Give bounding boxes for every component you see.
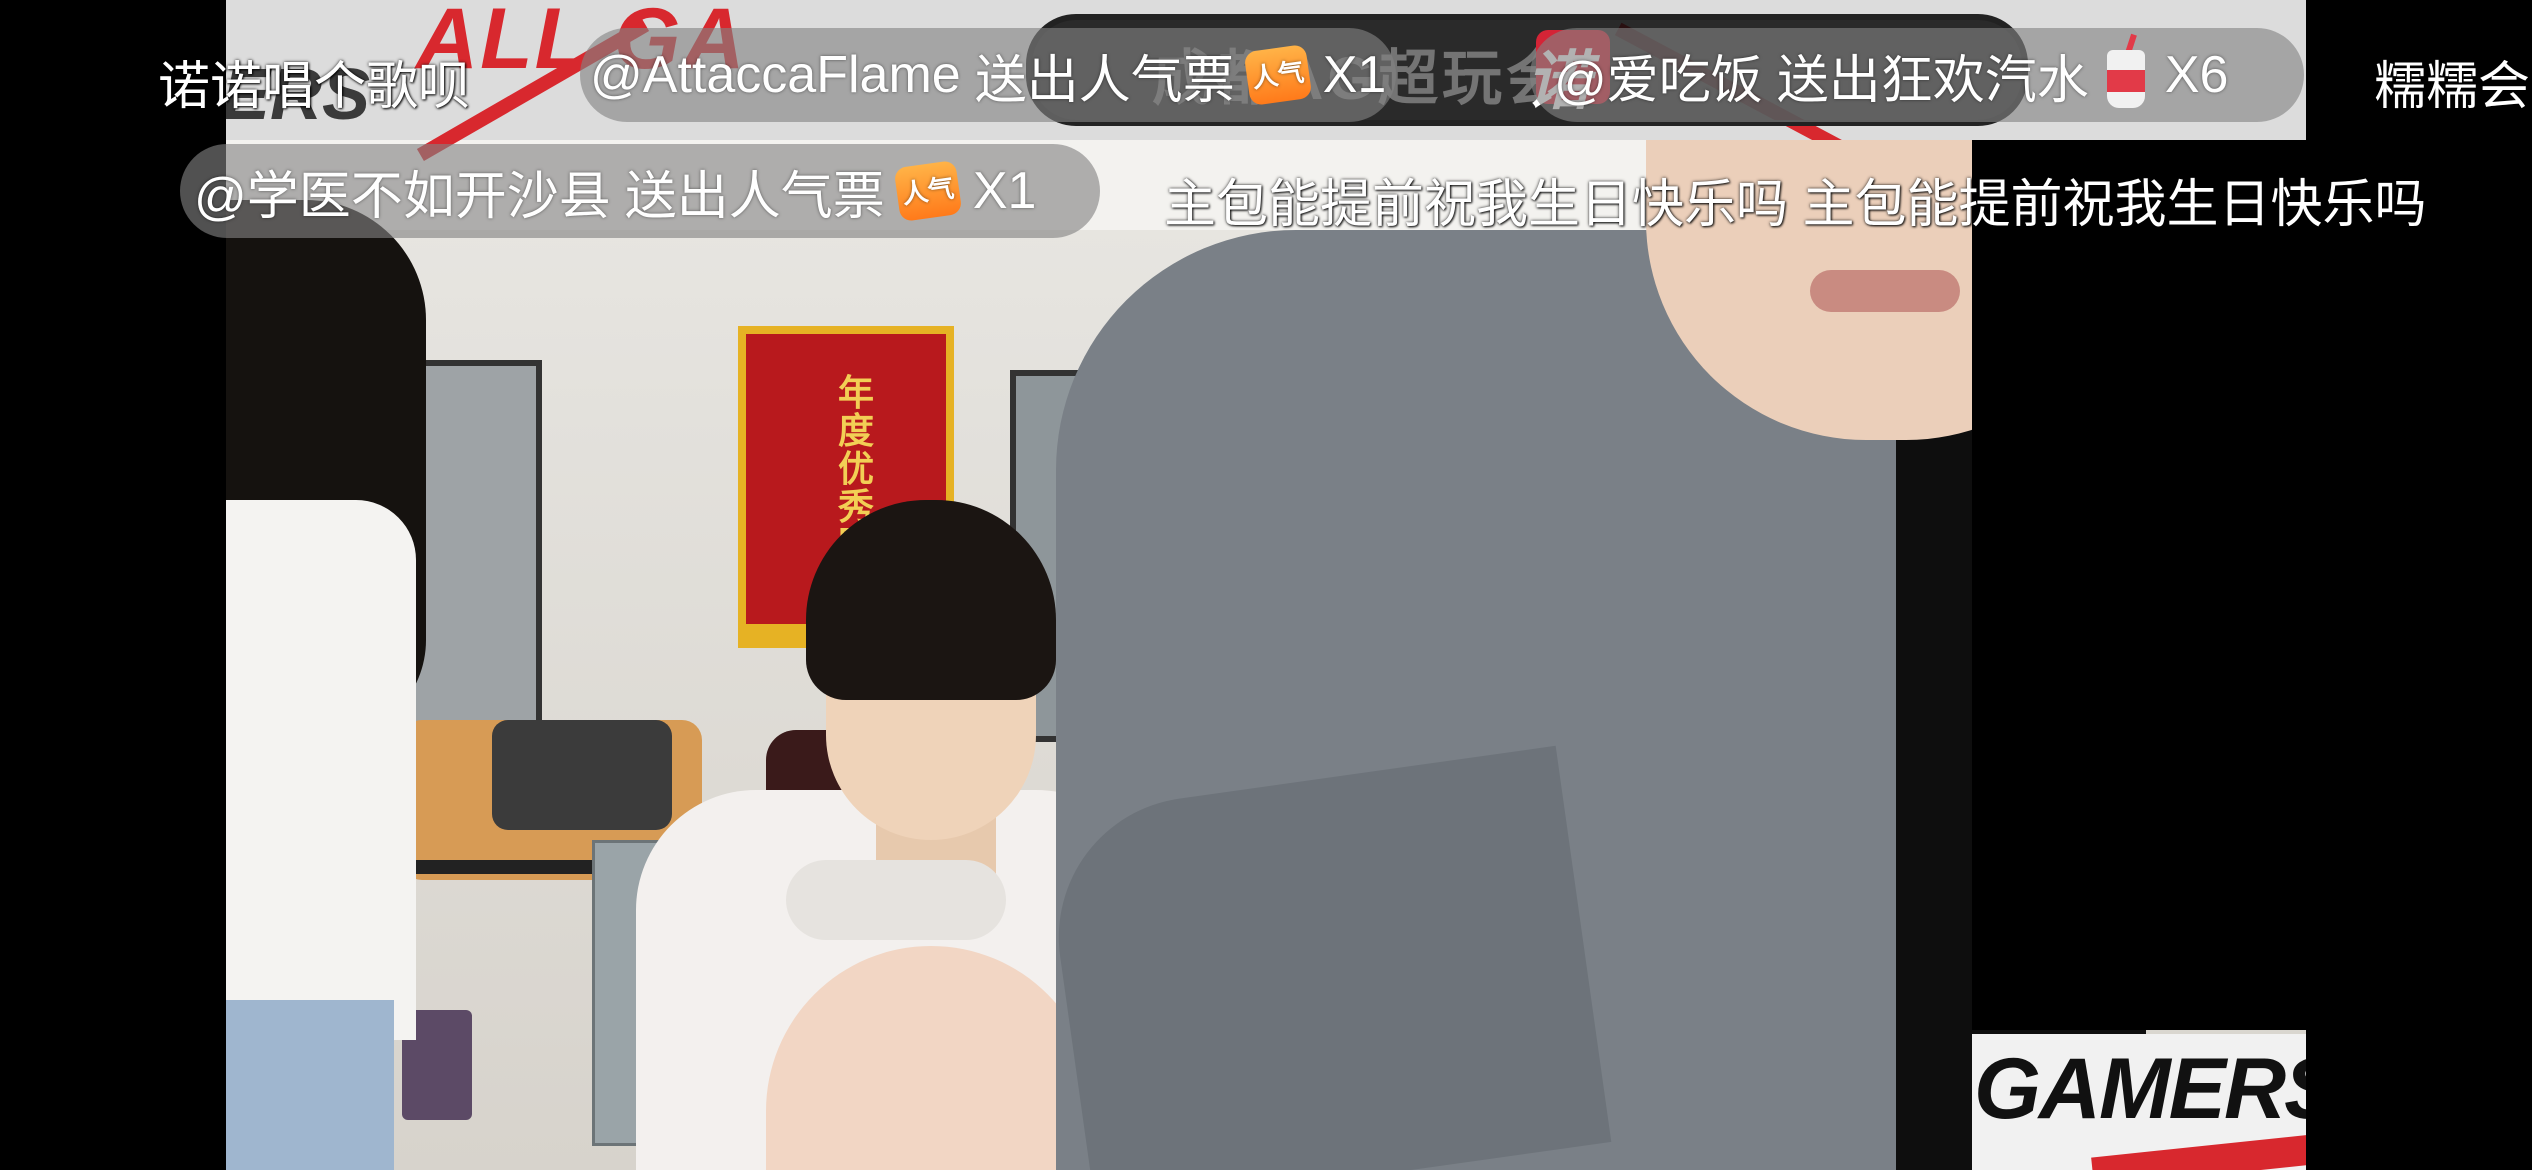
gift-notification: @爱吃饭 送出狂欢汽水 X6 (1530, 28, 2304, 122)
gift-action: 送出人气票 (974, 51, 1235, 110)
gift-username: @爱吃饭 (1554, 51, 1763, 110)
danmaku-comment: 诺诺唱个歌呗 (158, 58, 471, 116)
carnival-soda-icon (2101, 33, 2151, 110)
gamers-sticker-text: GAMERS (1974, 1041, 2306, 1137)
gift-action: 送出狂欢汽水 (1776, 51, 2089, 110)
gamers-sticker: GAMERS (1972, 1034, 2306, 1170)
video-black-region (1972, 140, 2306, 1030)
gift-notification: @AttaccaFlame 送出人气票 人气 X1 (580, 28, 1397, 122)
gift-count: X1 (972, 162, 1037, 220)
gift-username: @AttaccaFlame (590, 46, 961, 104)
bags-pile (492, 720, 672, 830)
person-center-collar (786, 860, 1006, 940)
gift-username: @学医不如开沙县 (194, 167, 611, 226)
gift-count: X6 (2164, 46, 2229, 104)
live-stream-player[interactable]: ALL GA ERS 成都AG超玩会 诺 年度优秀团队 (0, 0, 2532, 1170)
person-right-lips (1810, 270, 1960, 312)
popularity-ticket-icon: 人气 (1243, 43, 1313, 107)
gift-notification: @学医不如开沙县 送出人气票 人气 X1 (180, 144, 1100, 238)
person-left-shirt (226, 500, 416, 1040)
person-left-jeans (226, 1000, 394, 1170)
gift-count: X1 (1322, 46, 1387, 104)
soda-band (2106, 70, 2145, 92)
popularity-ticket-icon: 人气 (893, 159, 963, 223)
danmaku-comment: 主包能提前祝我生日快乐吗 主包能提前祝我生日快乐吗 (1164, 176, 2427, 234)
danmaku-comment: 糯糯会 (2374, 58, 2531, 116)
gift-action: 送出人气票 (624, 167, 885, 226)
